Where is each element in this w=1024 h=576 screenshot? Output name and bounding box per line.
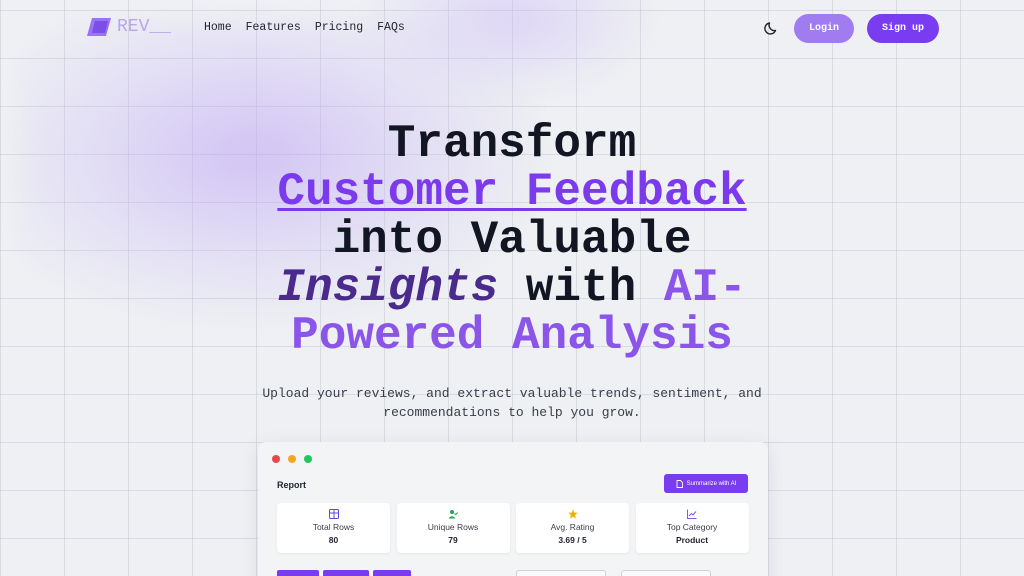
nav-faqs-link[interactable]: FAQs [377, 21, 405, 34]
stat-value: 79 [448, 535, 458, 545]
login-button[interactable]: Login [794, 14, 854, 43]
window-dot-green [304, 455, 312, 463]
filter-chip[interactable] [277, 570, 319, 576]
trend-chart-icon [687, 509, 697, 519]
nav-links: Home Features Pricing FAQs [204, 21, 419, 34]
hero-line-2: Customer Feedback [0, 168, 1024, 216]
hero-insights-word: Insights [277, 262, 499, 314]
hero-line-5: Powered Analysis [291, 310, 733, 362]
nav-home-link[interactable]: Home [204, 21, 232, 34]
hero-line-3: into Valuable [332, 214, 692, 266]
window-dot-yellow [288, 455, 296, 463]
hero-highlight: Customer Feedback [277, 166, 747, 218]
stat-label: Top Category [666, 522, 718, 532]
hero-line-1: Transform [387, 118, 637, 170]
nav-pricing-link[interactable]: Pricing [315, 21, 363, 34]
filter-select[interactable] [516, 570, 606, 576]
signup-button[interactable]: Sign up [867, 14, 939, 43]
stat-label: Unique Rows [427, 522, 479, 532]
report-preview-window: Report Summarize with AI Total Rows 80 U… [258, 442, 768, 576]
stat-value: 80 [328, 535, 339, 545]
logo-icon [86, 16, 112, 38]
user-check-icon [448, 510, 458, 519]
window-dot-red [272, 455, 280, 463]
stat-card-avg-rating: Avg. Rating 3.69 / 5 [516, 503, 629, 553]
document-icon [676, 479, 683, 488]
brand-name: REV__ [117, 17, 172, 37]
stat-label: Total Rows [312, 522, 355, 532]
star-icon [567, 509, 578, 519]
hero-heading: Transform Customer Feedback into Valuabl… [0, 120, 1024, 360]
moon-icon[interactable] [764, 20, 780, 36]
brand-logo[interactable]: REV__ [86, 16, 171, 38]
top-navbar: REV__ Home Features Pricing FAQs Login S… [0, 0, 1024, 56]
stat-card-top-category: Top Category Product [635, 503, 749, 553]
stat-value: Product [675, 535, 709, 545]
hero-with-word: with [498, 262, 664, 314]
stat-card-total-rows: Total Rows 80 [277, 503, 390, 553]
stats-row: Total Rows 80 Unique Rows 79 Avg. Rating… [277, 503, 755, 553]
report-title: Report [277, 480, 306, 490]
filter-chip[interactable] [373, 570, 411, 576]
filter-chips [277, 570, 415, 576]
summarize-button[interactable]: Summarize with AI [664, 474, 748, 493]
stat-card-unique-rows: Unique Rows 79 [396, 503, 510, 553]
hero-line-4: Insights with AI- [0, 264, 1024, 312]
filter-chip[interactable] [323, 570, 369, 576]
hero-subtitle: Upload your reviews, and extract valuabl… [262, 386, 762, 420]
nav-features-link[interactable]: Features [246, 21, 301, 34]
filter-select[interactable] [621, 570, 711, 576]
stat-label: Avg. Rating [550, 522, 595, 532]
stat-value: 3.69 / 5 [558, 535, 587, 545]
table-icon [328, 509, 339, 519]
hero-ai-word: AI- [663, 262, 747, 314]
summarize-label: Summarize with AI [686, 480, 737, 487]
